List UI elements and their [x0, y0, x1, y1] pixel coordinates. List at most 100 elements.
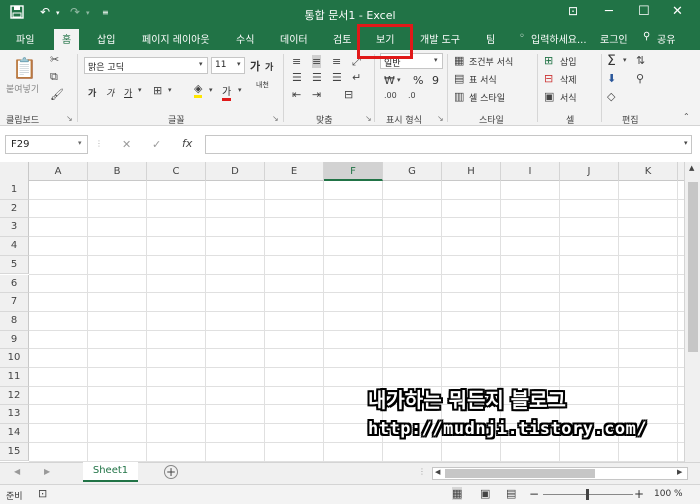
format-table-icon[interactable]: ▤ — [454, 72, 464, 85]
zoom-slider-thumb[interactable] — [586, 489, 589, 500]
tell-me-search[interactable]: 입력하세요... — [531, 31, 587, 46]
vertical-scroll-thumb[interactable] — [688, 182, 698, 352]
enter-entry-icon[interactable]: ✓ — [152, 138, 161, 151]
conditional-format-icon[interactable]: ▦ — [454, 54, 464, 67]
clipboard-launcher-icon[interactable]: ↘ — [66, 114, 73, 123]
page-break-view-icon[interactable]: ▤ — [506, 487, 516, 500]
number-format-dropdown-icon[interactable]: ▾ — [434, 56, 438, 64]
format-as-table-button[interactable]: 표 서식 — [469, 73, 497, 86]
scroll-right-icon[interactable]: ▶ — [677, 468, 682, 476]
zoom-level[interactable]: 100 % — [654, 489, 683, 499]
font-launcher-icon[interactable]: ↘ — [272, 114, 279, 123]
person-icon[interactable]: ⚲ — [643, 31, 650, 42]
fill-color-icon[interactable]: ◈ — [194, 82, 203, 98]
cancel-entry-icon[interactable]: ✕ — [122, 138, 131, 151]
next-sheet-icon[interactable]: ▶ — [44, 467, 50, 476]
align-top-icon[interactable]: ≡ — [292, 55, 301, 68]
column-header-i[interactable]: I — [501, 162, 560, 181]
column-header-a[interactable]: A — [29, 162, 88, 181]
column-header-f[interactable]: F — [324, 162, 383, 181]
expand-formula-bar-icon[interactable]: ▾ — [684, 139, 688, 147]
format-cells-icon[interactable]: ▣ — [544, 90, 554, 103]
tab-page-layout[interactable]: 페이지 레이아웃 — [142, 31, 210, 46]
column-header-d[interactable]: D — [206, 162, 265, 181]
paste-button[interactable]: 붙여넣기 — [6, 82, 39, 95]
scroll-up-icon[interactable]: ▲ — [689, 164, 694, 172]
collapse-ribbon-icon[interactable]: ⌃ — [683, 112, 690, 121]
borders-dropdown-icon[interactable]: ▾ — [168, 86, 172, 94]
delete-cells-icon[interactable]: ⊟ — [544, 72, 553, 85]
fill-icon[interactable]: ⬇ — [607, 72, 616, 85]
new-sheet-button[interactable]: + — [164, 465, 178, 479]
clear-icon[interactable]: ◇ — [607, 90, 615, 103]
format-painter-icon[interactable]: 🖌 — [50, 88, 64, 101]
column-header-b[interactable]: B — [88, 162, 147, 181]
row-header-12[interactable]: 12 — [0, 386, 29, 406]
row-header-10[interactable]: 10 — [0, 349, 29, 368]
font-name-select[interactable]: 맑은 고딕 — [84, 57, 208, 74]
row-header-13[interactable]: 13 — [0, 405, 29, 425]
tab-developer[interactable]: 개발 도구 — [420, 31, 460, 46]
tab-file[interactable]: 파일 — [16, 31, 34, 46]
phonetic-button[interactable]: 내천 — [256, 80, 269, 90]
insert-cells-button[interactable]: 삽입 — [560, 55, 577, 68]
comma-button[interactable]: 9 — [432, 74, 439, 87]
macro-record-icon[interactable]: ⊡ — [38, 487, 47, 500]
increase-indent-icon[interactable]: ⇥ — [312, 88, 321, 101]
delete-cells-button[interactable]: 삭제 — [560, 73, 577, 86]
column-header-h[interactable]: H — [442, 162, 501, 181]
merge-center-icon[interactable]: ⊟ — [344, 88, 353, 101]
fill-color-dropdown-icon[interactable]: ▾ — [209, 86, 213, 94]
align-bottom-icon[interactable]: ≡ — [332, 55, 341, 68]
conditional-format-button[interactable]: 조건부 서식 — [469, 55, 513, 68]
tab-review[interactable]: 검토 — [333, 31, 351, 46]
borders-icon[interactable]: ⊞ — [153, 84, 162, 97]
shrink-font-button[interactable]: 가 — [265, 60, 273, 73]
tab-team[interactable]: 팀 — [486, 31, 495, 46]
name-box-dropdown-icon[interactable]: ▾ — [78, 139, 82, 147]
share-button[interactable]: 공유 — [657, 31, 675, 46]
normal-view-icon[interactable]: ▦ — [452, 487, 463, 500]
row-header-14[interactable]: 14 — [0, 424, 29, 443]
align-right-icon[interactable]: ☰ — [332, 71, 342, 84]
alignment-launcher-icon[interactable]: ↘ — [365, 114, 372, 123]
ribbon-display-options-icon[interactable]: ⊡ — [568, 4, 578, 18]
cut-icon[interactable]: ✂ — [50, 53, 59, 66]
copy-icon[interactable]: ⧉ — [50, 70, 58, 84]
column-header-c[interactable]: C — [147, 162, 206, 181]
align-left-icon[interactable]: ☰ — [292, 71, 302, 84]
currency-dropdown-icon[interactable]: ▾ — [397, 76, 401, 84]
row-header-8[interactable]: 8 — [0, 311, 29, 331]
lightbulb-icon[interactable]: ◦ — [519, 31, 525, 42]
decrease-decimal-icon[interactable]: .0 — [408, 91, 416, 100]
paste-icon[interactable]: 📋 — [12, 56, 37, 80]
column-header-j[interactable]: J — [560, 162, 619, 181]
row-header-6[interactable]: 6 — [0, 274, 29, 294]
cell-styles-button[interactable]: 셀 스타일 — [469, 91, 505, 104]
sheet-tab-sheet1[interactable]: Sheet1 — [83, 462, 138, 482]
row-header-11[interactable]: 11 — [0, 368, 29, 387]
italic-button[interactable]: 가 — [106, 86, 114, 99]
column-header-k[interactable]: K — [619, 162, 678, 181]
align-middle-icon[interactable]: ≡ — [312, 55, 322, 68]
underline-button[interactable]: 가 — [124, 86, 132, 99]
row-header-15[interactable]: 15 — [0, 442, 29, 462]
sort-filter-icon[interactable]: ⇅ — [636, 54, 645, 67]
row-header-4[interactable]: 4 — [0, 237, 29, 256]
scroll-left-icon[interactable]: ◀ — [435, 468, 440, 476]
tab-insert[interactable]: 삽입 — [97, 31, 115, 46]
column-header-e[interactable]: E — [265, 162, 324, 181]
tab-home[interactable]: 홈 — [54, 29, 80, 50]
increase-decimal-icon[interactable]: .00 — [384, 91, 397, 100]
row-header-2[interactable]: 2 — [0, 199, 29, 219]
grow-font-button[interactable]: 가 — [250, 58, 260, 74]
wrap-text-icon[interactable]: ↵ — [352, 71, 361, 84]
font-color-button[interactable]: 가 — [222, 83, 232, 101]
tab-data[interactable]: 데이터 — [280, 31, 308, 46]
vertical-scrollbar[interactable]: ▲ — [684, 162, 700, 462]
prev-sheet-icon[interactable]: ◀ — [14, 467, 20, 476]
align-center-icon[interactable]: ☰ — [312, 71, 322, 84]
row-header-9[interactable]: 9 — [0, 330, 29, 350]
restore-button[interactable]: ☐ — [638, 4, 650, 19]
row-header-7[interactable]: 7 — [0, 293, 29, 312]
